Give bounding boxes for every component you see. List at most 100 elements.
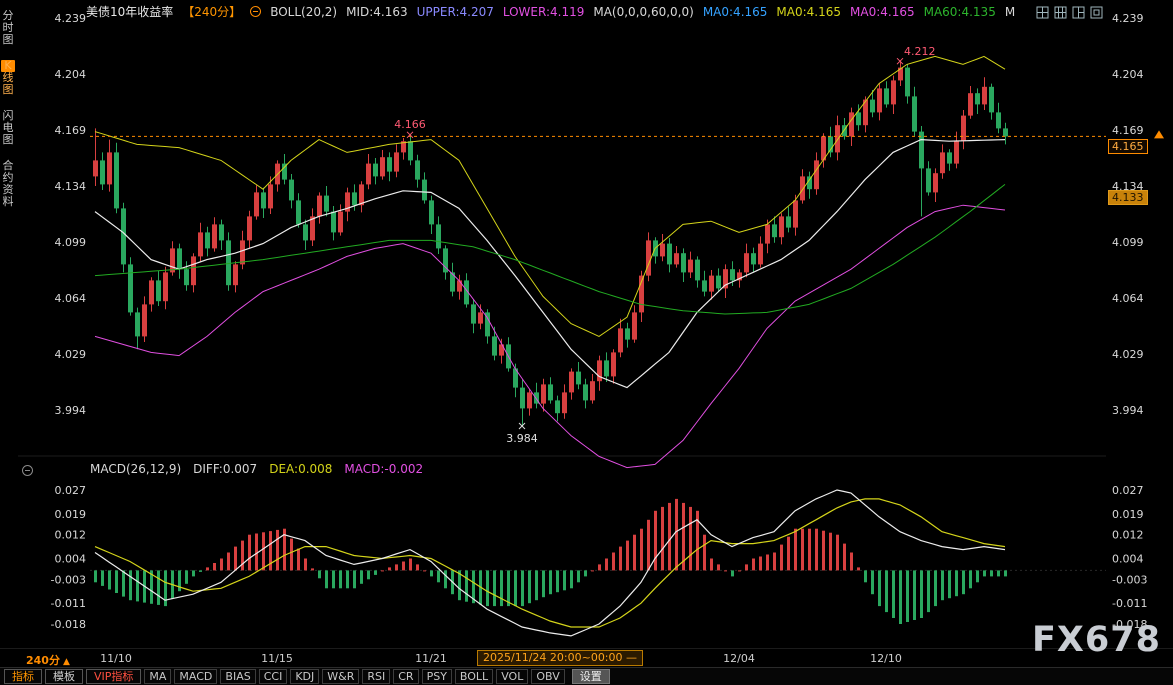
indicator-values: BOLL(20,2) MID:4.163 UPPER:4.207 LOWER:4.11… bbox=[270, 5, 1024, 19]
sidebar-tab-2[interactable]: 闪电图 bbox=[1, 110, 15, 146]
collapse-indicator-icon[interactable] bbox=[22, 465, 33, 476]
macd-header-value: DIFF:0.007 bbox=[193, 462, 257, 476]
macd-dea-line bbox=[95, 499, 1005, 627]
y-tick-label: 0.004 bbox=[55, 553, 87, 566]
indicator-value: LOWER:4.119 bbox=[503, 5, 585, 19]
macd-histogram bbox=[94, 499, 1007, 624]
price-annotation: 4.166 bbox=[394, 118, 426, 131]
sidebar-tab-0[interactable]: 分时图 bbox=[1, 10, 15, 46]
candlestick-series bbox=[93, 61, 1008, 426]
toolbar-tab-RSI[interactable]: RSI bbox=[362, 669, 390, 684]
x-tick-label: 12/10 bbox=[870, 652, 902, 665]
ma60-line bbox=[95, 184, 1005, 314]
toolbar-tab-VOL[interactable]: VOL bbox=[496, 669, 528, 684]
toolbar-tab-BIAS[interactable]: BIAS bbox=[220, 669, 255, 684]
indicator-value: MA60:4.135 bbox=[924, 5, 996, 19]
y-tick-label: 3.994 bbox=[55, 404, 87, 417]
crosshair-time-box: 2025/11/24 20:00~00:00 — bbox=[477, 650, 643, 666]
zoom-out-icon[interactable] bbox=[250, 6, 261, 17]
y-tick-label: 0.027 bbox=[1112, 484, 1144, 497]
last-price-tag: 4.165 bbox=[1108, 139, 1148, 154]
y-tick-label: 0.004 bbox=[1112, 553, 1144, 566]
indicator-value: M bbox=[1005, 5, 1015, 19]
sidebar-tab-3[interactable]: 合约资料 bbox=[1, 160, 15, 208]
toolbar-tab-指标[interactable]: 指标 bbox=[4, 669, 42, 684]
y-tick-label: 0.019 bbox=[55, 508, 87, 521]
time-axis: 240分▲ 11/10 11/15 11/21 12/04 12/10 2025/11/2… bbox=[0, 650, 1173, 667]
footer-period-label: 240分 bbox=[26, 654, 60, 667]
y-tick-label: -0.003 bbox=[1112, 573, 1147, 586]
y-tick-label: 4.169 bbox=[1112, 124, 1144, 137]
footer-period-badge[interactable]: 240分▲ bbox=[26, 652, 70, 668]
indicator-value: MA0:4.165 bbox=[850, 5, 915, 19]
chart-header: 美债10年收益率 【240分】 BOLL(20,2) MID:4.163 UPPER… bbox=[86, 4, 1024, 19]
macd-header-value: MACD:-0.002 bbox=[344, 462, 423, 476]
indicator-value: MID:4.163 bbox=[346, 5, 408, 19]
indicator-value: MA(0,0,0,60,0,0) bbox=[593, 5, 693, 19]
toolbar-tab-W&R[interactable]: W&R bbox=[322, 669, 359, 684]
boll_lower-line bbox=[95, 205, 1005, 467]
toolbar-tab-CCI[interactable]: CCI bbox=[259, 669, 288, 684]
up-triangle-icon: ▲ bbox=[63, 657, 70, 667]
y-tick-label: 0.027 bbox=[55, 484, 87, 497]
y-tick-label: 0.012 bbox=[1112, 529, 1144, 542]
macd-header-value: DEA:0.008 bbox=[269, 462, 332, 476]
y-tick-label: 3.994 bbox=[1112, 404, 1144, 417]
toolbar-tab-设置[interactable]: 设置 bbox=[572, 669, 610, 684]
bottom-toolbar: 指标模板VIP指标MAMACDBIAS CCIKDJW&RRSICR PSYBOLL… bbox=[0, 667, 1173, 685]
macd-diff-line bbox=[95, 490, 1005, 636]
fullscreen-icon[interactable] bbox=[1090, 4, 1103, 17]
ma-price-tag: 4.133 bbox=[1108, 190, 1148, 205]
left-sidebar: 分时图 K线图闪电图合约资料 bbox=[0, 10, 16, 208]
sidebar-tab-1[interactable]: K线图 bbox=[1, 60, 15, 96]
toolbar-tab-MACD[interactable]: MACD bbox=[174, 669, 217, 684]
y-tick-label: 4.064 bbox=[1112, 292, 1144, 305]
y-tick-label: 4.204 bbox=[1112, 68, 1144, 81]
indicator-value: MA0:4.165 bbox=[703, 5, 768, 19]
toolbar-tab-CR[interactable]: CR bbox=[393, 669, 418, 684]
y-tick-label: 4.239 bbox=[55, 12, 87, 25]
toolbar-tab-PSY[interactable]: PSY bbox=[422, 669, 452, 684]
y-tick-label: 4.204 bbox=[55, 68, 87, 81]
y-tick-label: 4.029 bbox=[1112, 348, 1144, 361]
toolbar-tab-VIP指标[interactable]: VIP指标 bbox=[86, 669, 141, 684]
trading-terminal: 4.166 4.212 3.984 4.239 4.239 4.204 4.204 4.169… bbox=[0, 0, 1173, 685]
toolbar-tab-模板[interactable]: 模板 bbox=[45, 669, 83, 684]
indicator-value: UPPER:4.207 bbox=[417, 5, 494, 19]
toolbar-tab-BOLL[interactable]: BOLL bbox=[455, 669, 493, 684]
y-tick-label: -0.011 bbox=[51, 597, 86, 610]
y-tick-label: -0.003 bbox=[51, 573, 86, 586]
indicator-value: BOLL(20,2) bbox=[270, 5, 337, 19]
indicator-value: MA0:4.165 bbox=[776, 5, 841, 19]
boll_upper-line bbox=[95, 56, 1005, 336]
grid-3x3-icon[interactable] bbox=[1054, 4, 1067, 17]
y-tick-label: 0.019 bbox=[1112, 508, 1144, 521]
grid-2x2-icon[interactable] bbox=[1036, 4, 1049, 17]
window-controls bbox=[1036, 4, 1103, 17]
price-annotation: 4.212 bbox=[904, 45, 936, 58]
price-annotation: 3.984 bbox=[506, 432, 538, 445]
y-tick-label: 4.029 bbox=[55, 348, 87, 361]
toolbar-tab-OBV[interactable]: OBV bbox=[531, 669, 564, 684]
y-tick-label: -0.018 bbox=[1112, 618, 1147, 631]
x-tick-label: 11/21 bbox=[415, 652, 447, 665]
instrument-title: 美债10年收益率 bbox=[86, 4, 173, 19]
macd-header: MACD(26,12,9) DIFF:0.007 DEA:0.008 MACD:-0.… bbox=[90, 462, 423, 476]
y-tick-label: -0.018 bbox=[51, 618, 86, 631]
x-tick-label: 12/04 bbox=[723, 652, 755, 665]
y-tick-label: 4.134 bbox=[55, 180, 87, 193]
chart-canvas[interactable]: 4.166 4.212 3.984 4.239 4.239 4.204 4.204 4.169… bbox=[0, 0, 1173, 685]
price-arrow-icon bbox=[1154, 130, 1164, 138]
y-tick-label: 4.239 bbox=[1112, 12, 1144, 25]
x-tick-label: 11/15 bbox=[261, 652, 293, 665]
x-tick-label: 11/10 bbox=[100, 652, 132, 665]
y-tick-label: 4.099 bbox=[1112, 236, 1144, 249]
y-tick-label: 4.099 bbox=[55, 236, 87, 249]
period-label: 【240分】 bbox=[182, 4, 241, 19]
y-tick-label: -0.011 bbox=[1112, 597, 1147, 610]
macd-header-value: MACD(26,12,9) bbox=[90, 462, 181, 476]
y-tick-label: 4.169 bbox=[55, 124, 87, 137]
split-panes-icon[interactable] bbox=[1072, 4, 1085, 17]
toolbar-tab-MA[interactable]: MA bbox=[144, 669, 171, 684]
toolbar-tab-KDJ[interactable]: KDJ bbox=[290, 669, 319, 684]
